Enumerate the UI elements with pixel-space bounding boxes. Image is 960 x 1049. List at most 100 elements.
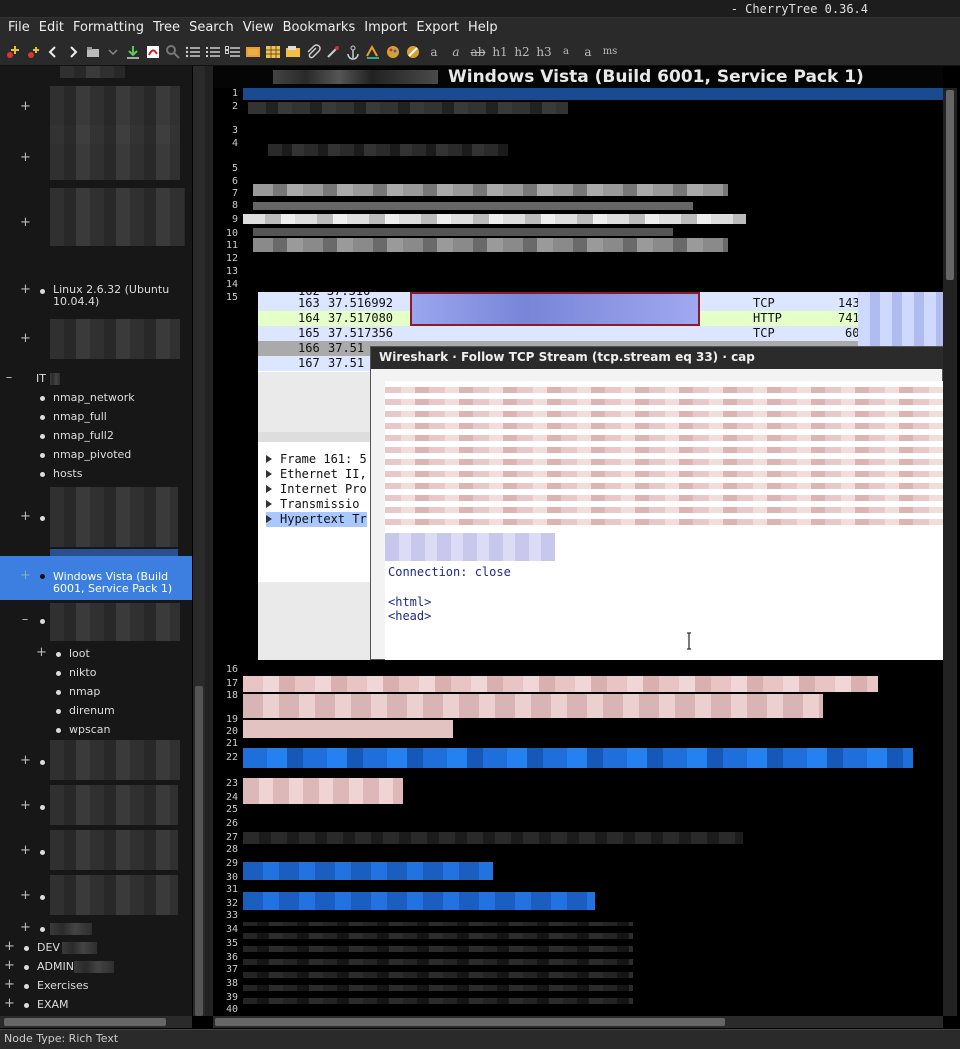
open-file-icon[interactable] [84,43,102,61]
strikethrough-button[interactable]: ab [468,45,488,59]
editor-horizontal-scrollbar[interactable] [213,1016,943,1028]
tree-node-redacted[interactable]: + [0,875,192,915]
tree-node-exercises[interactable]: + Exercises [0,977,192,996]
embedded-wireshark-screenshot[interactable]: 162 37.516 163 37.516992 TCP 143 164 37.… [258,292,943,660]
search-icon[interactable] [164,43,182,61]
expand-icon[interactable]: + [20,331,31,346]
expand-icon[interactable]: + [20,215,31,230]
add-node-icon[interactable] [4,43,22,61]
expand-icon[interactable]: + [20,99,31,114]
expand-icon[interactable]: + [4,939,15,954]
expand-icon[interactable]: + [4,977,15,992]
numbered-list-icon[interactable] [204,43,222,61]
tree-vertical-scrollbar[interactable] [193,66,205,1016]
tree-node-redacted[interactable]: + [0,319,192,359]
back-icon[interactable] [44,43,62,61]
small-button[interactable]: a [556,46,576,57]
todo-list-icon[interactable] [224,43,242,61]
tree-panel[interactable]: + + + + Linux 2.6.32 (Ubuntu 10.04.4) + … [0,66,192,1016]
menu-import[interactable]: Import [360,18,412,38]
menu-search[interactable]: Search [185,18,239,38]
tree-node-nmap-full2[interactable]: nmap_full2 [0,427,192,446]
expand-icon[interactable]: + [20,509,31,524]
tree-node-nmap-network[interactable]: nmap_network [0,389,192,408]
menu-formatting[interactable]: Formatting [69,18,149,38]
tree-node-redacted[interactable]: + [0,86,192,144]
packet-list-hscroll[interactable] [258,432,373,442]
tree-node-hosts[interactable]: hosts [0,465,192,484]
bold-button[interactable]: a [424,45,444,59]
follow-tcp-stream-dialog[interactable]: Wireshark · Follow TCP Stream (tcp.strea… [370,346,943,660]
expand-icon[interactable]: + [20,150,31,165]
menu-view[interactable]: View [239,18,279,38]
tree-node-nmap[interactable]: nmap [0,683,192,702]
tree-node-redacted[interactable]: + [0,487,192,557]
h2-button[interactable]: h2 [512,45,532,59]
menu-tree[interactable]: Tree [149,18,185,38]
tree-node-nmap-pivoted[interactable]: nmap_pivoted [0,446,192,465]
menu-export[interactable]: Export [412,18,464,38]
expand-icon[interactable]: + [4,996,15,1011]
add-subnode-icon[interactable] [24,43,42,61]
scrollbar-thumb[interactable] [4,1018,166,1026]
forward-icon[interactable] [64,43,82,61]
tree-node-it[interactable]: – IT [0,370,192,389]
expand-icon[interactable]: + [20,920,31,935]
save-icon[interactable] [124,43,142,61]
export-pdf-icon[interactable] [144,43,162,61]
insert-image-icon[interactable] [244,43,262,61]
pane-splitter[interactable] [205,66,213,1016]
tree-horizontal-scrollbar[interactable] [0,1016,192,1028]
attachment-icon[interactable] [304,43,322,61]
superscript-button[interactable]: a [578,45,598,59]
scrollbar-thumb[interactable] [946,90,954,280]
scrollbar-thumb[interactable] [215,1018,725,1026]
chevron-down-icon[interactable] [104,43,122,61]
collapse-icon[interactable]: – [20,612,30,627]
tree-node-admin[interactable]: + ADMIN [0,958,192,977]
expand-icon[interactable]: + [20,888,31,903]
clear-format-icon[interactable] [404,43,422,61]
tree-node-redacted[interactable]: + [0,830,192,870]
collapse-icon[interactable]: – [4,370,14,385]
bulleted-list-icon[interactable] [184,43,202,61]
expand-icon[interactable]: + [20,843,31,858]
menu-bookmarks[interactable]: Bookmarks [279,18,361,38]
highlight-color-icon[interactable] [384,43,402,61]
rich-text-editor[interactable]: Windows Vista (Build 6001, Service Pack … [213,66,943,1016]
tree-node-redacted[interactable]: – [0,603,192,641]
tree-node-exam[interactable]: + EXAM [0,996,192,1015]
menu-file[interactable]: File [4,18,35,38]
tree-node-redacted[interactable]: + [0,740,192,780]
italic-button[interactable]: a [446,45,466,59]
insert-codebox-icon[interactable] [284,43,302,61]
tree-node-nmap-full[interactable]: nmap_full [0,408,192,427]
expand-icon[interactable]: + [20,798,31,813]
link-icon[interactable] [324,43,342,61]
h3-button[interactable]: h3 [534,45,554,59]
scrollbar-thumb[interactable] [195,686,203,1016]
expand-icon[interactable]: + [36,645,47,660]
menu-edit[interactable]: Edit [35,18,69,38]
tree-node-linux[interactable]: + Linux 2.6.32 (Ubuntu 10.04.4) [0,282,192,312]
tree-node-wpscan[interactable]: wpscan [0,721,192,740]
tree-node-redacted[interactable]: + [0,125,192,180]
expand-icon[interactable]: + [4,958,15,973]
tree-node-redacted[interactable]: + [0,920,192,939]
expand-icon[interactable]: + [20,282,31,297]
h1-button[interactable]: h1 [490,45,510,59]
monospace-button[interactable]: ms [600,46,620,57]
anchor-icon[interactable] [344,43,362,61]
menu-help[interactable]: Help [464,18,503,38]
expand-icon[interactable]: + [20,568,31,583]
tree-node-nikto[interactable]: nikto [0,664,192,683]
text-color-icon[interactable] [364,43,382,61]
expand-icon[interactable]: + [20,753,31,768]
tree-node-direnum[interactable]: direnum [0,702,192,721]
tree-node-dev[interactable]: + DEV [0,939,192,958]
tree-node-windows-vista[interactable]: + Windows Vista (Build 6001, Service Pac… [0,556,192,600]
editor-vertical-scrollbar[interactable] [943,88,957,1016]
tree-node-redacted[interactable]: + [0,785,192,825]
insert-table-icon[interactable] [264,43,282,61]
tree-node-loot[interactable]: + loot [0,645,192,664]
